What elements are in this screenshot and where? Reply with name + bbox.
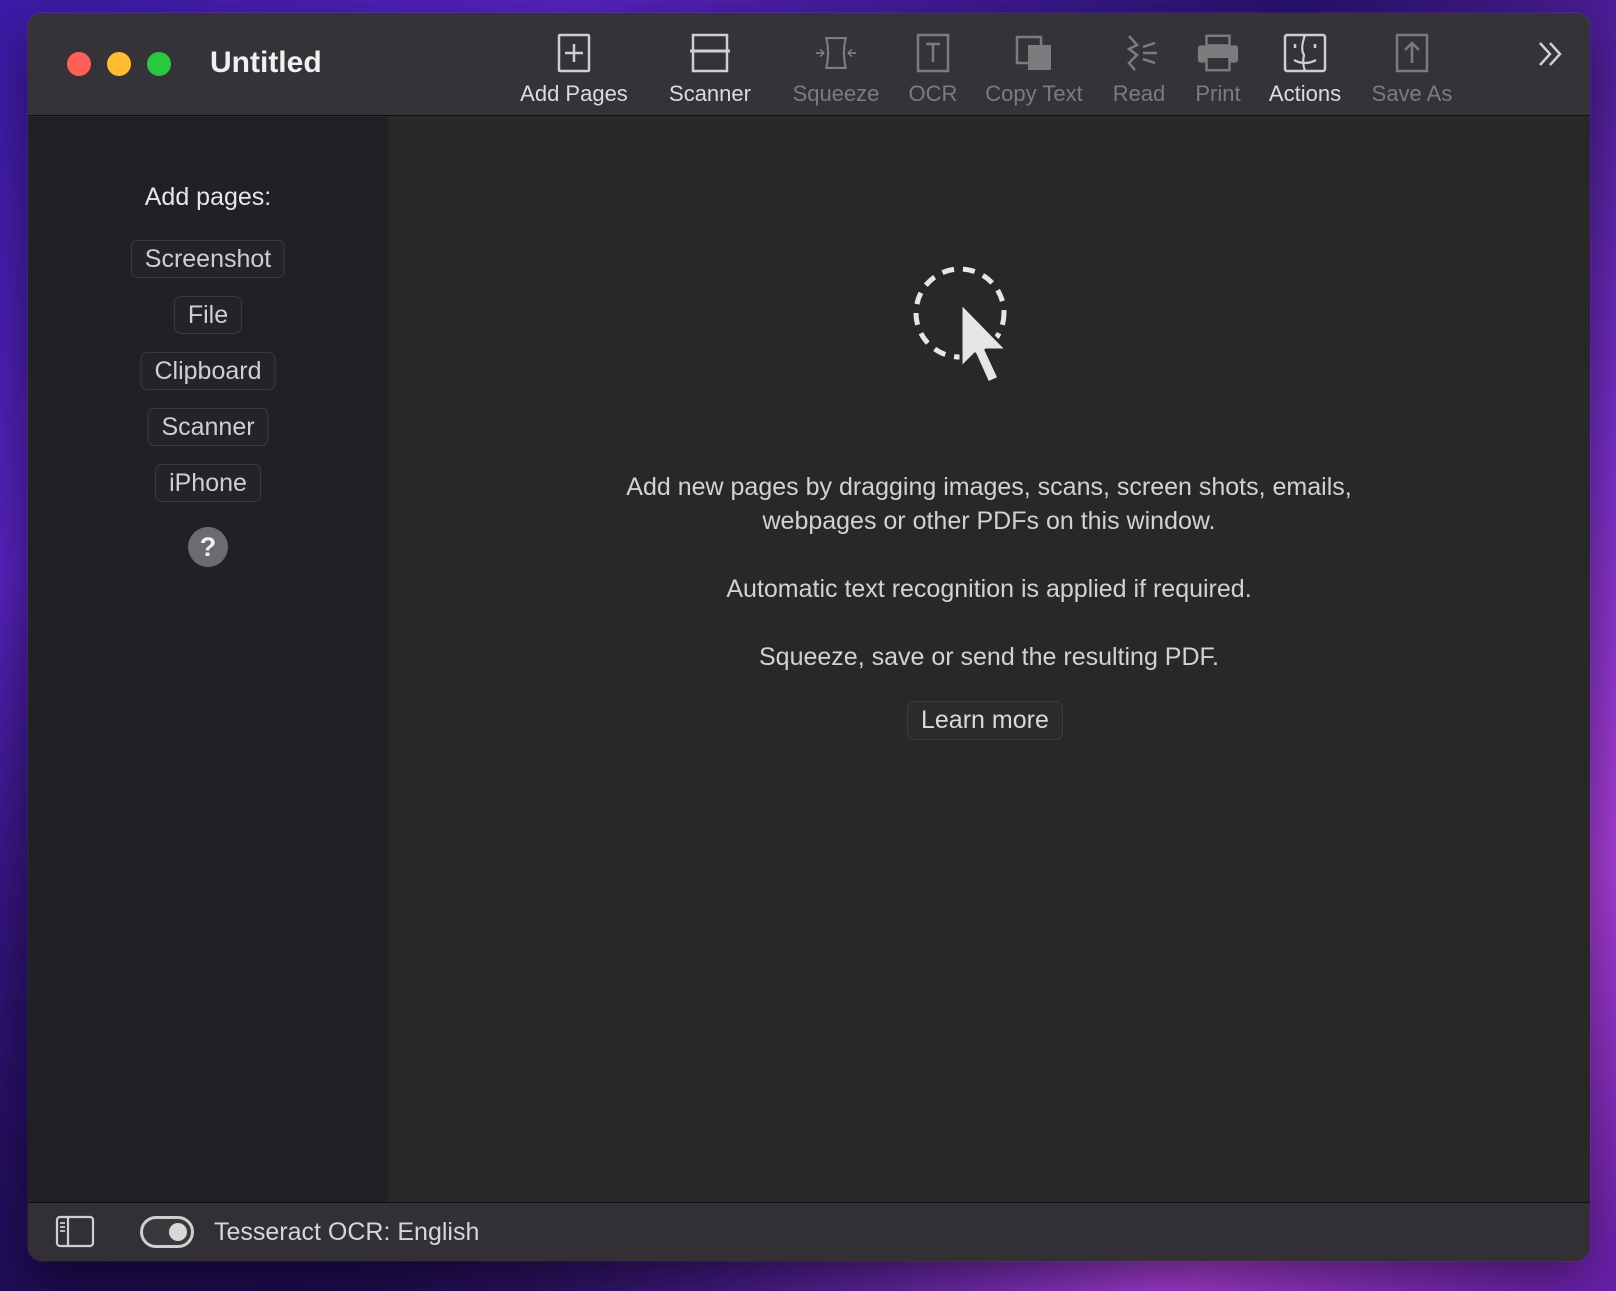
ocr-label: OCR xyxy=(908,81,958,106)
add-pages-button[interactable]: Add Pages xyxy=(518,31,630,111)
title-bar: Untitled Add Pages Scanner Squeeze OCR C… xyxy=(28,13,1590,116)
learn-more-button[interactable]: Learn more xyxy=(907,701,1063,740)
drop-area[interactable]: Add new pages by dragging images, scans,… xyxy=(388,117,1590,1202)
add-screenshot-button[interactable]: Screenshot xyxy=(130,240,286,278)
close-window-button[interactable] xyxy=(67,52,91,76)
actions-label: Actions xyxy=(1268,81,1342,106)
read-label: Read xyxy=(1112,81,1166,106)
ocr-info-text: Automatic text recognition is applied if… xyxy=(726,575,1252,603)
add-scanner-button[interactable]: Scanner xyxy=(147,408,269,446)
ocr-button[interactable]: OCR xyxy=(904,31,962,111)
sidebar-toggle-icon[interactable] xyxy=(55,1215,95,1248)
help-button[interactable]: ? xyxy=(188,527,228,567)
scanner-icon xyxy=(688,31,732,75)
share-icon xyxy=(1390,31,1434,75)
instruction-line-2: webpages or other PDFs on this window. xyxy=(762,507,1216,535)
add-file-button[interactable]: File xyxy=(173,296,243,334)
sidebar-heading: Add pages: xyxy=(144,183,272,211)
ocr-icon xyxy=(911,31,955,75)
copy-text-label: Copy Text xyxy=(985,81,1083,106)
instruction-line-1: Add new pages by dragging images, scans,… xyxy=(626,473,1352,501)
add-pages-label: Add Pages xyxy=(520,81,628,106)
status-bar: Tesseract OCR: English xyxy=(28,1202,1590,1261)
speech-icon xyxy=(1117,31,1161,75)
squeeze-label: Squeeze xyxy=(792,81,880,106)
dashed-circle-cursor-icon xyxy=(913,265,1023,395)
zoom-window-button[interactable] xyxy=(147,52,171,76)
window-title: Untitled xyxy=(210,46,322,79)
minimize-window-button[interactable] xyxy=(107,52,131,76)
copy-icon xyxy=(1012,31,1056,75)
add-clipboard-button[interactable]: Clipboard xyxy=(140,352,276,390)
add-pages-sidebar: Add pages: Screenshot File Clipboard Sca… xyxy=(28,117,388,1202)
ocr-status-text: Tesseract OCR: English xyxy=(214,1218,480,1246)
finder-icon xyxy=(1283,31,1327,75)
save-as-button[interactable]: Save As xyxy=(1368,31,1456,111)
double-chevron-right-icon[interactable] xyxy=(1536,39,1566,69)
scanner-label: Scanner xyxy=(669,81,751,106)
squeeze-icon xyxy=(814,31,858,75)
squeeze-button[interactable]: Squeeze xyxy=(790,31,882,111)
read-button[interactable]: Read xyxy=(1108,31,1170,111)
save-as-label: Save As xyxy=(1371,81,1453,106)
scanner-button[interactable]: Scanner xyxy=(653,31,767,111)
squeeze-info-text: Squeeze, save or send the resulting PDF. xyxy=(759,643,1219,671)
ocr-toggle-switch[interactable] xyxy=(140,1216,194,1248)
copy-text-button[interactable]: Copy Text xyxy=(980,31,1088,111)
print-label: Print xyxy=(1195,81,1241,106)
actions-button[interactable]: Actions xyxy=(1266,31,1344,111)
print-button[interactable]: Print xyxy=(1190,31,1246,111)
add-page-icon xyxy=(552,31,596,75)
toggle-knob xyxy=(169,1223,187,1241)
printer-icon xyxy=(1196,31,1240,75)
add-iphone-button[interactable]: iPhone xyxy=(155,464,261,502)
app-window: Untitled Add Pages Scanner Squeeze OCR C… xyxy=(28,13,1590,1261)
